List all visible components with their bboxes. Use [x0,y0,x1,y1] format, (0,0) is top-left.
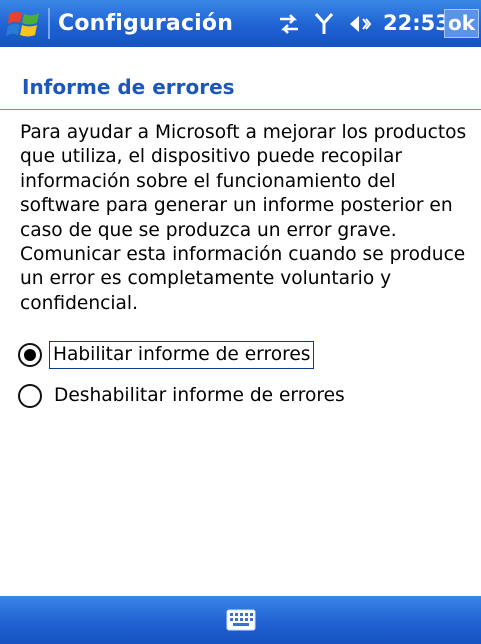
ok-button[interactable]: ok [444,9,479,38]
enable-error-reporting-option[interactable]: Habilitar informe de errores [18,340,315,370]
windows-start-icon[interactable] [6,6,42,42]
enable-option-label[interactable]: Habilitar informe de errores [49,341,315,369]
heading-divider [0,109,481,110]
clock[interactable]: 22:53 [383,8,450,39]
disable-error-reporting-option[interactable]: Deshabilitar informe de errores [18,381,347,411]
title-bar: Configuración 22:53 ok [0,0,481,47]
enable-radio-button[interactable] [18,343,42,367]
app-title: Configuración [58,11,234,36]
disable-radio-button[interactable] [18,384,42,408]
description-text: Para ayudar a Microsoft a mejorar los pr… [20,122,467,314]
sync-icon[interactable] [276,11,302,37]
keyboard-icon[interactable] [226,609,256,631]
page-heading: Informe de errores [22,75,235,99]
signal-icon[interactable] [311,11,337,37]
volume-icon[interactable] [347,11,373,37]
title-separator [48,8,50,39]
disable-option-label[interactable]: Deshabilitar informe de errores [52,383,347,409]
